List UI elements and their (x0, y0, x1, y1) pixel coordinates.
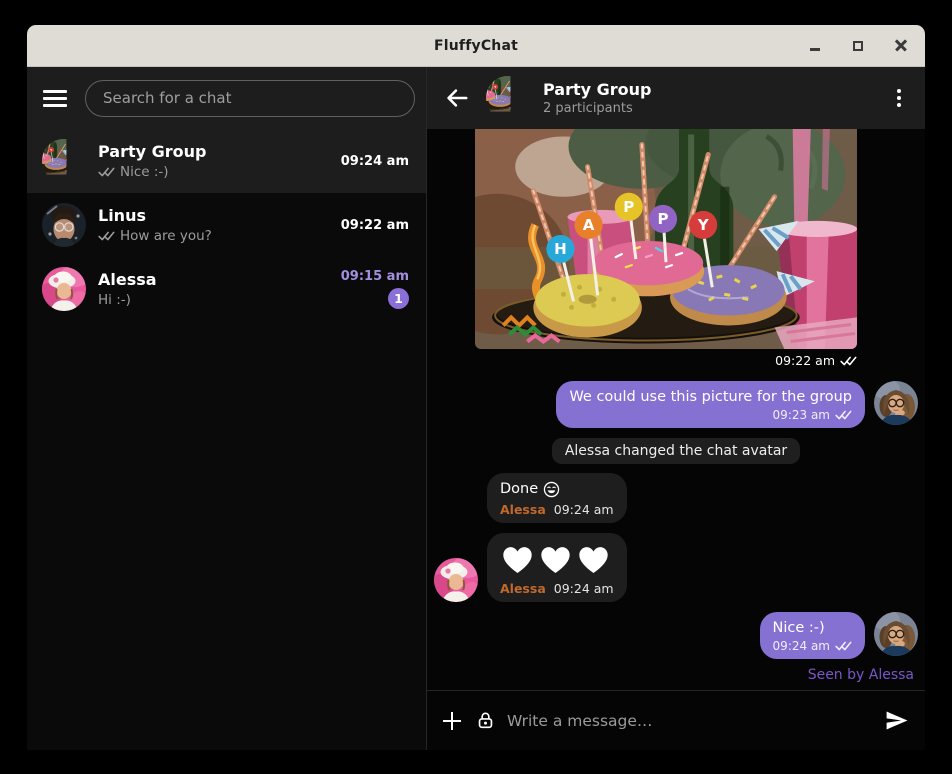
chat-list: Party Group Nice :-) 09:24 am (27, 129, 426, 750)
minimize-icon (810, 48, 820, 51)
linus-avatar (42, 203, 86, 247)
system-message: Alessa changed the chat avatar (552, 438, 800, 464)
received-message-bubble[interactable]: Alessa 09:24 am (487, 533, 627, 602)
titlebar: FluffyChat (27, 25, 925, 67)
chat-preview-text: How are you? (120, 228, 212, 244)
maximize-button[interactable] (850, 38, 866, 54)
sender-name: Alessa (500, 581, 546, 596)
encryption-lock-icon (475, 710, 496, 731)
window-title: FluffyChat (434, 38, 518, 54)
heart-icon (501, 545, 534, 575)
chat-item-alessa[interactable]: Alessa Hi :-) 09:15 am 1 (27, 257, 426, 321)
maximize-icon (853, 41, 863, 51)
close-button[interactable] (893, 38, 909, 54)
hamburger-icon (43, 90, 67, 93)
message-timestamp: 09:23 am (773, 408, 830, 422)
chat-item-party-group[interactable]: Party Group Nice :-) 09:24 am (27, 129, 426, 193)
alessa-avatar[interactable] (434, 558, 478, 602)
double-check-icon (98, 166, 115, 178)
window-controls (807, 25, 909, 66)
send-icon (884, 708, 909, 733)
message-timestamp: 09:24 am (554, 581, 614, 596)
message-row: Alessa changed the chat avatar (434, 438, 918, 464)
chat-subtitle: 2 participants (543, 101, 870, 116)
chat-time: 09:15 am (341, 269, 409, 284)
message-composer (427, 690, 925, 750)
chat-header: Party Group 2 participants (427, 67, 925, 129)
chat-header-avatar[interactable] (486, 76, 530, 120)
chat-time: 09:22 am (341, 218, 409, 233)
send-button[interactable] (880, 705, 912, 737)
party-group-avatar (42, 139, 86, 183)
received-message-bubble[interactable]: Done Alessa 09:24 am (487, 473, 627, 523)
minimize-button[interactable] (807, 38, 823, 54)
chat-preview-text: Hi :-) (98, 292, 131, 308)
message-timestamp: 09:22 am (475, 353, 857, 368)
smiling-face-emoji (543, 481, 560, 498)
sidebar-topbar (27, 67, 426, 129)
chat-name: Linus (98, 206, 329, 227)
message-text: Done (500, 480, 538, 499)
plus-icon (443, 712, 461, 730)
chat-menu-button[interactable] (883, 82, 915, 114)
message-row: Done Alessa 09:24 am (434, 473, 918, 523)
chat-panel: Party Group 2 participants 09:22 am (427, 67, 925, 750)
message-row: Alessa 09:24 am (434, 533, 918, 602)
chat-item-linus[interactable]: Linus How are you? 09:22 am (27, 193, 426, 257)
double-check-icon (835, 640, 852, 652)
chat-name: Alessa (98, 270, 329, 291)
search-input[interactable] (85, 80, 415, 117)
heart-icon (539, 545, 572, 575)
message-image (475, 129, 857, 349)
message-timestamp: 09:24 am (773, 639, 830, 653)
heart-icon (577, 545, 610, 575)
message-row: Nice :-) 09:24 am (434, 612, 918, 659)
chat-name: Party Group (98, 142, 329, 163)
seen-status-row: Seen by Alessa (434, 667, 918, 683)
sent-message-bubble[interactable]: Nice :-) 09:24 am (760, 612, 865, 659)
message-list: 09:22 am We could use this picture for t… (427, 129, 925, 690)
chat-list-sidebar: Party Group Nice :-) 09:24 am (27, 67, 427, 750)
sent-message-bubble[interactable]: We could use this picture for the group … (556, 381, 865, 428)
double-check-icon (98, 230, 115, 242)
seen-status: Seen by Alessa (808, 667, 914, 683)
close-icon (895, 40, 907, 52)
party-photo[interactable] (475, 129, 857, 349)
menu-hamburger-button[interactable] (43, 88, 69, 108)
attach-button[interactable] (436, 705, 468, 737)
kebab-menu-icon (897, 89, 901, 107)
own-avatar[interactable] (874, 381, 918, 425)
message-text: We could use this picture for the group (569, 388, 852, 407)
message-row: We could use this picture for the group … (434, 381, 918, 428)
chat-time: 09:24 am (341, 154, 409, 169)
alessa-avatar (42, 267, 86, 311)
double-check-icon (835, 409, 852, 421)
back-arrow-icon (444, 85, 470, 111)
own-avatar[interactable] (874, 612, 918, 656)
unread-badge: 1 (388, 288, 409, 309)
double-check-icon (840, 355, 857, 367)
app-window: FluffyChat Party Group (27, 25, 925, 750)
message-input[interactable] (503, 712, 873, 730)
message-timestamp: 09:24 am (554, 502, 614, 517)
chat-header-info[interactable]: Party Group 2 participants (543, 80, 870, 117)
chat-title: Party Group (543, 80, 870, 101)
chat-preview-text: Nice :-) (120, 164, 169, 180)
message-text: Nice :-) (773, 619, 852, 638)
sender-name: Alessa (500, 502, 546, 517)
back-button[interactable] (441, 82, 473, 114)
hearts-message (500, 540, 614, 578)
